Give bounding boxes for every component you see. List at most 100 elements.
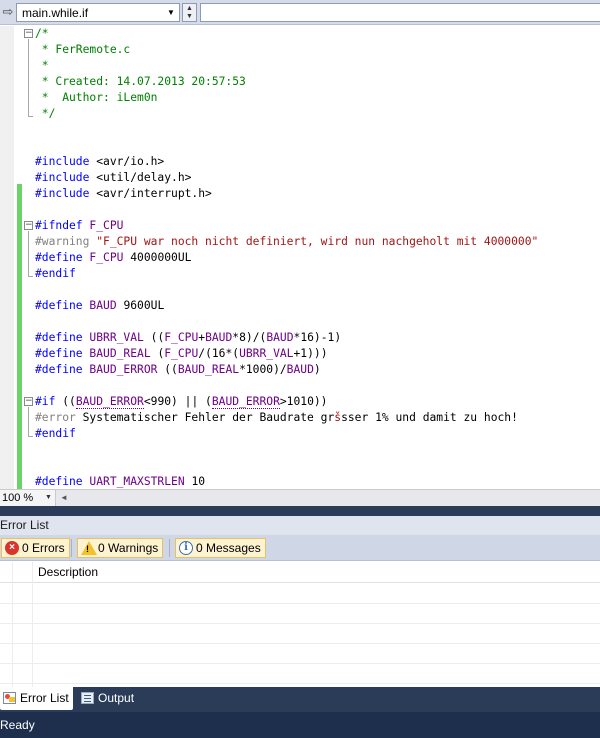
grid-row-line — [0, 643, 600, 644]
messages-filter-label: 0 Messages — [196, 541, 261, 555]
code-line[interactable]: #define BAUD 9600UL — [35, 298, 600, 314]
chevron-down-icon[interactable]: ▼ — [45, 490, 52, 506]
code-line[interactable]: #define F_CPU 4000000UL — [35, 250, 600, 266]
code-line[interactable] — [35, 442, 600, 458]
status-text: Ready — [0, 718, 35, 732]
code-line[interactable]: * FerRemote.c — [35, 42, 600, 58]
code-token: BAUD — [89, 299, 117, 312]
collapse-icon[interactable]: − — [24, 221, 33, 230]
tab-output[interactable]: Output — [78, 687, 148, 710]
code-line[interactable]: #define UART_MAXSTRLEN 10 — [35, 474, 600, 489]
toolbar-separator — [169, 539, 170, 557]
fold-line — [28, 407, 29, 437]
code-line[interactable] — [35, 458, 600, 474]
code-token: F_CPU — [164, 347, 199, 360]
collapse-icon[interactable]: − — [24, 29, 33, 38]
code-line[interactable] — [35, 138, 600, 154]
code-line[interactable]: #error Systematischer Fehler der Baudrat… — [35, 410, 600, 426]
code-line[interactable]: * Created: 14.07.2013 20:57:53 — [35, 74, 600, 90]
code-token: Systematischer Fehler der Baudrate gr — [82, 411, 335, 424]
code-line[interactable]: #ifndef F_CPU — [35, 218, 600, 234]
code-text[interactable]: /* * FerRemote.c * * Created: 14.07.2013… — [35, 26, 600, 489]
error-list-icon — [3, 692, 16, 704]
code-line[interactable] — [35, 282, 600, 298]
code-token: ( — [150, 347, 165, 360]
code-token: #include — [35, 155, 97, 168]
column-header-description[interactable]: Description — [38, 562, 98, 583]
code-token: #include — [35, 187, 97, 200]
code-line[interactable] — [35, 378, 600, 394]
grid-header: Description — [0, 562, 600, 583]
code-line[interactable]: #define BAUD_REAL (F_CPU/(16*(UBRR_VAL+1… — [35, 346, 600, 362]
code-token: * Author: iLem0n — [35, 91, 158, 104]
code-token: #error — [35, 411, 83, 424]
code-token: >1010)) — [279, 395, 328, 408]
scope-dropdown[interactable] — [200, 3, 600, 22]
code-token: #define — [35, 299, 90, 312]
code-token: BAUD_REAL — [89, 347, 151, 360]
code-token: *8)/( — [232, 331, 267, 344]
code-token: UART_MAXSTRLEN — [89, 475, 185, 488]
grid-row-line — [0, 603, 600, 604]
code-line[interactable] — [35, 314, 600, 330]
output-icon — [81, 692, 94, 704]
code-editor[interactable]: − − − /* * FerRemote.c * * Created: 14.0… — [0, 26, 600, 489]
grid-row-line — [0, 683, 600, 684]
code-line[interactable]: * Author: iLem0n — [35, 90, 600, 106]
code-token: #define — [35, 331, 90, 344]
code-token: #ifndef — [35, 219, 90, 232]
code-line[interactable] — [35, 202, 600, 218]
zoom-dropdown[interactable]: 100 % ▼ — [0, 490, 56, 506]
code-line[interactable]: #warning "F_CPU war noch nicht definiert… — [35, 234, 600, 250]
code-token: 4000000UL — [123, 251, 192, 264]
code-token: #endif — [35, 267, 76, 280]
panel-splitter[interactable] — [0, 506, 600, 516]
toolbar-separator — [71, 539, 72, 557]
code-line[interactable]: /* — [35, 26, 600, 42]
messages-filter-button[interactable]: i 0 Messages — [175, 538, 266, 558]
panel-title: Error List — [0, 516, 600, 535]
code-line[interactable]: #include <avr/interrupt.h> — [35, 186, 600, 202]
code-line[interactable]: #define BAUD_ERROR ((BAUD_REAL*1000)/BAU… — [35, 362, 600, 378]
code-token: #define — [35, 475, 90, 488]
member-arrow-icon: ⇨ — [2, 4, 14, 19]
status-bar: Ready — [0, 712, 600, 738]
code-line[interactable]: #endif — [35, 266, 600, 282]
code-token: sser 1% und damit zu hoch! — [341, 411, 518, 424]
grid-row-line — [0, 663, 600, 664]
code-token: BAUD — [205, 331, 233, 344]
code-line[interactable]: #endif — [35, 426, 600, 442]
code-line[interactable]: */ — [35, 106, 600, 122]
code-line[interactable] — [35, 122, 600, 138]
tool-window-tabs: Error List Output — [0, 687, 600, 712]
member-dropdown-value: main.while.if — [22, 6, 89, 20]
info-icon: i — [179, 541, 193, 555]
code-token: #endif — [35, 427, 76, 440]
tab-error-list[interactable]: Error List — [0, 687, 73, 710]
code-line[interactable]: #if ((BAUD_ERROR<990) || (BAUD_ERROR>101… — [35, 394, 600, 410]
code-token: BAUD_ERROR — [211, 395, 280, 409]
code-line[interactable]: #include <util/delay.h> — [35, 170, 600, 186]
member-dropdown[interactable]: main.while.if ▼ — [16, 3, 180, 22]
code-token: (( — [62, 395, 76, 408]
chevron-down-icon[interactable]: ▼ — [165, 5, 177, 20]
code-token: BAUD_REAL — [177, 363, 240, 376]
code-line[interactable]: #include <avr/io.h> — [35, 154, 600, 170]
code-line[interactable]: * — [35, 58, 600, 74]
code-token: BAUD_ERROR — [75, 395, 144, 409]
code-token: BAUD — [266, 331, 294, 344]
scroll-left-icon[interactable]: ◄ — [60, 490, 68, 506]
grid-row-line — [0, 623, 600, 624]
error-icon: × — [5, 541, 19, 555]
errors-filter-button[interactable]: × 0 Errors — [1, 538, 70, 558]
code-token: #define — [35, 347, 90, 360]
warnings-filter-button[interactable]: ! 0 Warnings — [77, 538, 164, 558]
split-editor-button[interactable]: ▲ ▼ — [182, 3, 197, 22]
collapse-icon[interactable]: − — [24, 397, 33, 406]
horizontal-scrollbar[interactable]: 100 % ▼ ◄ — [0, 489, 600, 506]
fold-end — [28, 436, 33, 437]
grid-column-line — [32, 562, 33, 687]
code-token: /(16*( — [198, 347, 240, 360]
code-token: F_CPU — [89, 251, 124, 264]
code-line[interactable]: #define UBRR_VAL ((F_CPU+BAUD*8)/(BAUD*1… — [35, 330, 600, 346]
